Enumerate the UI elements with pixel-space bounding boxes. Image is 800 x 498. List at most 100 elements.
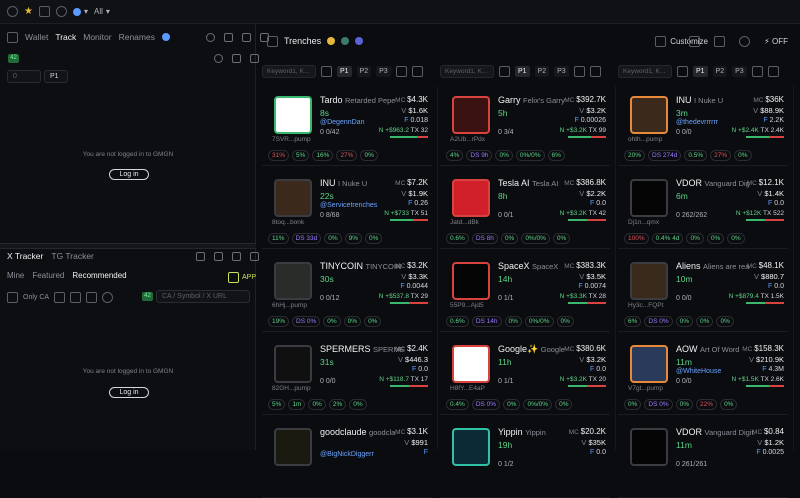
token-address[interactable]: Hy3c...FQPt <box>628 302 663 309</box>
search-input[interactable]: CA / Symbol / X URL <box>156 290 250 303</box>
token-avatar[interactable] <box>630 262 668 300</box>
globe-icon[interactable] <box>102 292 114 303</box>
preset-pill-p3[interactable]: P3 <box>554 66 569 77</box>
token-address[interactable]: A2Ub...rPdx <box>450 136 485 143</box>
chain-icon[interactable] <box>499 66 510 77</box>
token-avatar[interactable] <box>274 345 312 383</box>
filter-icon[interactable] <box>54 292 66 303</box>
import-icon[interactable] <box>232 54 241 63</box>
token-avatar[interactable] <box>452 345 490 383</box>
tab-track[interactable]: Track <box>55 32 76 42</box>
checkbox[interactable] <box>7 292 18 303</box>
token-avatar[interactable] <box>274 96 312 134</box>
preset-pill-p1[interactable]: P1 <box>693 66 708 77</box>
token-avatar[interactable] <box>452 96 490 134</box>
all-filter[interactable]: All ▾ <box>94 7 110 16</box>
subtab-recommended[interactable]: Recommended <box>72 271 126 280</box>
subtab-featured[interactable]: Featured <box>32 271 64 280</box>
mute-icon[interactable] <box>751 66 763 77</box>
token-address[interactable]: 7SVR...pump <box>272 136 311 143</box>
tab-x-tracker[interactable]: X Tracker <box>7 251 43 261</box>
preset-pill-p1[interactable]: P1 <box>337 66 352 77</box>
mute-icon[interactable] <box>573 66 585 77</box>
keyword-input[interactable]: Keyword1, K... <box>618 65 672 78</box>
tab-tg-tracker[interactable]: TG Tracker <box>51 251 94 261</box>
mute-icon[interactable] <box>395 66 407 77</box>
token-card[interactable]: H8fY...E4aP Google✨ Google 11h 0 1/1 MC $380… <box>440 335 610 415</box>
token-avatar[interactable] <box>274 179 312 217</box>
collapse-icon[interactable] <box>206 33 215 42</box>
star-icon[interactable]: ★ <box>24 6 33 17</box>
chart-icon[interactable] <box>38 6 50 17</box>
token-address[interactable]: H8fY...E4aP <box>450 385 485 392</box>
token-avatar[interactable] <box>630 179 668 217</box>
token-avatar[interactable] <box>274 262 312 300</box>
preset-select[interactable]: P1 <box>44 70 68 83</box>
chain-icon-1[interactable] <box>327 37 336 45</box>
token-card[interactable]: 6hHj...pump TINYCOIN TINYCOIN 30s 0 0/12 MC … <box>262 252 432 332</box>
token-card[interactable]: Yippin Yippin 19h 0 1/2 MC $20.2K V $35K F 0.… <box>440 418 610 498</box>
settings-icon[interactable] <box>7 6 18 17</box>
preset-pill-p2[interactable]: P2 <box>712 66 728 77</box>
token-card[interactable]: Jatd...dBk Tesla AI Tesla AI 8h 0 0/1 MC $38… <box>440 169 610 249</box>
chevron-icon[interactable] <box>224 33 233 42</box>
login-button-2[interactable]: Log in <box>109 387 149 398</box>
token-card[interactable]: Dj1n...qmx VDOR Vanguard Dig 6m 0 262/262 MC… <box>618 169 788 249</box>
token-address[interactable]: Dj1n...qmx <box>628 219 659 226</box>
preset-pill-p2[interactable]: P2 <box>534 66 550 77</box>
tab-monitor[interactable]: Monitor <box>83 32 111 42</box>
token-address[interactable]: ohth...pump <box>628 136 662 143</box>
login-button[interactable]: Log in <box>109 169 149 180</box>
grid-icon[interactable] <box>86 292 98 303</box>
app-link[interactable]: APP <box>228 272 256 283</box>
layout-icon[interactable] <box>689 36 701 47</box>
chain-icon-2[interactable] <box>341 37 350 45</box>
preset-pill-p3[interactable]: P3 <box>732 66 747 77</box>
save-icon[interactable] <box>714 36 726 47</box>
token-address[interactable]: Jatd...dBk <box>450 219 479 226</box>
token-handle[interactable]: @DegennDan <box>320 119 364 126</box>
list-icon[interactable] <box>70 292 82 303</box>
token-card[interactable]: ohth...pump INU I Nuke U 3m @thedevrrrrrr 0 … <box>618 86 788 166</box>
min-filter-input[interactable]: 0 <box>7 70 41 83</box>
token-handle[interactable]: @thedevrrrrrr <box>676 119 718 126</box>
token-avatar[interactable] <box>630 345 668 383</box>
chain-icon[interactable] <box>321 66 332 77</box>
history-icon[interactable] <box>55 6 67 17</box>
chain-selector[interactable]: ▾ <box>72 7 88 16</box>
token-address[interactable]: 8toq...bonk <box>272 219 304 226</box>
subtab-mine[interactable]: Mine <box>7 271 24 280</box>
preset-pill-p3[interactable]: P3 <box>376 66 391 77</box>
token-avatar[interactable] <box>630 428 668 466</box>
filter-icon[interactable] <box>767 66 779 77</box>
chain-icon[interactable] <box>677 66 688 77</box>
token-handle[interactable]: @BigNickDiggerr <box>320 451 374 458</box>
token-card[interactable]: 55P9...Ajd5 SpaceX SpaceX 14h 0 1/1 MC $383.… <box>440 252 610 332</box>
token-card[interactable]: goodclaude goodcla @BigNickDiggerr MC $3.1… <box>262 418 432 498</box>
popout-icon[interactable] <box>232 252 241 261</box>
tab-renames[interactable]: Renames <box>119 32 155 42</box>
token-avatar[interactable] <box>452 428 490 466</box>
token-card[interactable]: 8toq...bonk INU I Nuke U 22s @Servicetrench… <box>262 169 432 249</box>
preset-pill-p1[interactable]: P1 <box>515 66 530 77</box>
gear-icon[interactable] <box>214 54 223 63</box>
token-handle[interactable]: @Servicetrenches <box>320 202 377 209</box>
keyword-input[interactable]: Keyword1, K... <box>440 65 494 78</box>
token-address[interactable]: 55P9...Ajd5 <box>450 302 484 309</box>
token-card[interactable]: 82GH...pump SPERMERS SPERME 31s 0 0/0 MC $2.… <box>262 335 432 415</box>
keyword-input[interactable]: Keyword1, K... <box>262 65 316 78</box>
token-address[interactable]: 6hHj...pump <box>272 302 307 309</box>
mute-icon[interactable] <box>196 252 205 261</box>
chevron-up-icon[interactable] <box>214 252 223 261</box>
filter-icon[interactable] <box>589 66 601 77</box>
token-avatar[interactable] <box>274 428 312 466</box>
token-avatar[interactable] <box>630 96 668 134</box>
token-card[interactable]: A2Ub...rPdx Garry Felix's Garry 5h 0 3/4 MC … <box>440 86 610 166</box>
gear-icon[interactable] <box>739 36 751 47</box>
token-card[interactable]: V7gt...pump AOW Art Of Word 11m @WhiteHouse… <box>618 335 788 415</box>
token-address[interactable]: 82GH...pump <box>272 385 311 392</box>
popout-icon[interactable] <box>242 33 251 42</box>
token-card[interactable]: VDOR Vanguard Digit 11m 0 261/261 MC $0.84 V… <box>618 418 788 498</box>
tab-wallet[interactable]: Wallet <box>25 32 48 42</box>
instant-toggle[interactable]: ⚡ OFF <box>764 37 788 46</box>
